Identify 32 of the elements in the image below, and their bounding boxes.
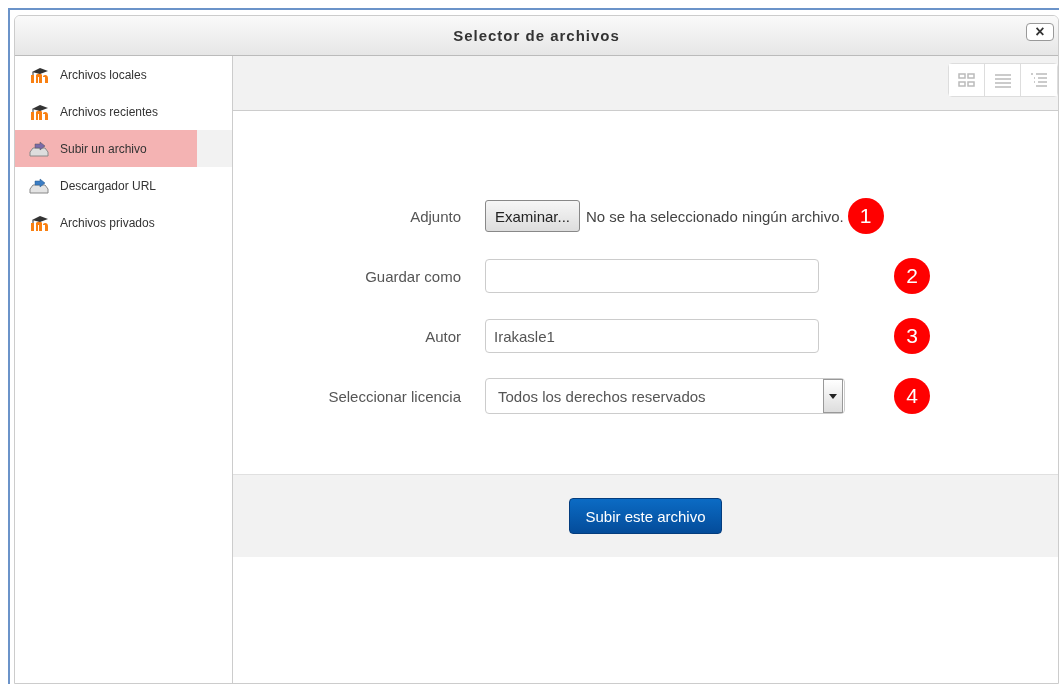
- step-number-badge: 2: [894, 258, 930, 294]
- license-dropdown[interactable]: Todos los derechos reservados: [485, 378, 845, 414]
- tray-arrow-icon: [29, 140, 49, 157]
- sidebar-item[interactable]: Subir un archivo: [15, 130, 232, 167]
- step-number-badge: 3: [894, 318, 930, 354]
- browse-button[interactable]: Examinar...: [485, 200, 581, 232]
- list-view-icon: [992, 72, 1013, 88]
- close-button[interactable]: ×: [1026, 23, 1054, 41]
- moodle-logo-icon: [29, 103, 49, 120]
- step-number-badge: 4: [894, 378, 930, 414]
- text-field[interactable]: [485, 259, 819, 293]
- step-number-badge: 1: [847, 198, 884, 234]
- moodle-logo-icon: [29, 214, 49, 231]
- tree-view-icon: [1029, 72, 1049, 88]
- grid-view-icon: [956, 72, 977, 88]
- caret-icon: [829, 393, 837, 399]
- upload-button[interactable]: Subir este archivo: [569, 498, 722, 534]
- sidebar-item[interactable]: Archivos recientes: [15, 93, 232, 130]
- window-title: Selector de archivos: [453, 27, 620, 44]
- field-label: Seleccionar licencia: [327, 387, 462, 405]
- dropdown-arrow-button[interactable]: [823, 379, 843, 413]
- tray-arrow-icon: [29, 177, 49, 194]
- field-label: Adjunto: [409, 207, 462, 225]
- sidebar-item[interactable]: Archivos locales: [15, 56, 232, 93]
- field-label: Autor: [424, 327, 462, 345]
- field-label: Guardar como: [364, 267, 462, 285]
- sidebar-item[interactable]: Descargador URL: [15, 167, 232, 204]
- file-status: No se ha seleccionado ningún archivo.: [586, 207, 844, 225]
- moodle-logo-icon: [29, 66, 49, 83]
- view-button[interactable]: [949, 64, 985, 96]
- sidebar-item[interactable]: Archivos privados: [15, 204, 232, 241]
- text-field[interactable]: Irakasle1: [485, 319, 819, 353]
